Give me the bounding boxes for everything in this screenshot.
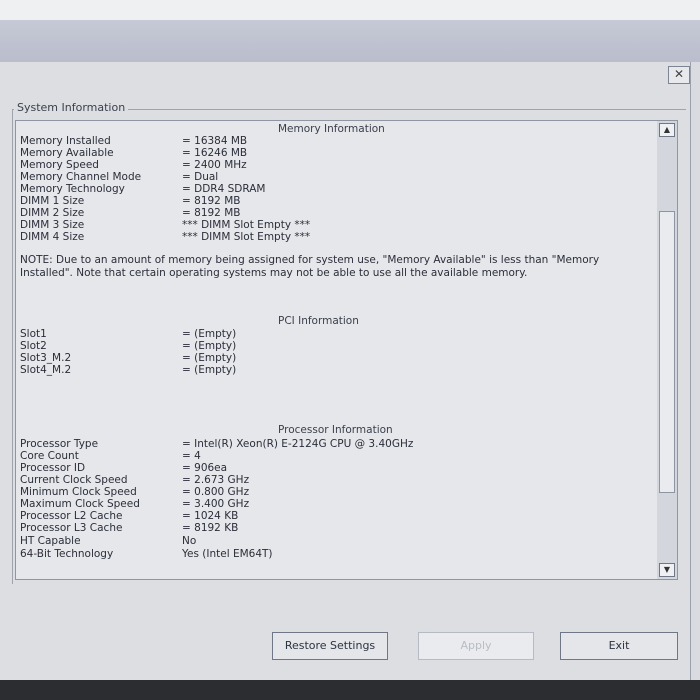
group-legend: System Information (14, 101, 129, 114)
vertical-scrollbar[interactable]: ▲ ▼ (657, 120, 678, 580)
bottom-band (0, 680, 700, 700)
scroll-down-button[interactable]: ▼ (659, 563, 675, 577)
scroll-up-button[interactable]: ▲ (659, 123, 675, 137)
close-icon: ✕ (673, 67, 685, 81)
chevron-up-icon: ▲ (663, 125, 671, 134)
close-button[interactable]: ✕ (668, 66, 690, 84)
restore-settings-button[interactable]: Restore Settings (272, 632, 388, 660)
processor-section-title: Processor Information (278, 424, 393, 436)
group-border-left (12, 109, 13, 584)
exit-button[interactable]: Exit (560, 632, 678, 660)
system-info-content: Memory Information Memory Installed = 163… (15, 120, 659, 580)
scroll-thumb[interactable] (659, 211, 675, 493)
pci-section-title: PCI Information (278, 315, 359, 327)
top-band (0, 0, 700, 20)
chevron-down-icon: ▼ (663, 565, 671, 574)
memory-section-title: Memory Information (278, 123, 385, 135)
window-title-bar (0, 20, 700, 62)
memory-note: NOTE: Due to an amount of memory being a… (20, 254, 600, 279)
apply-button[interactable]: Apply (418, 632, 534, 660)
